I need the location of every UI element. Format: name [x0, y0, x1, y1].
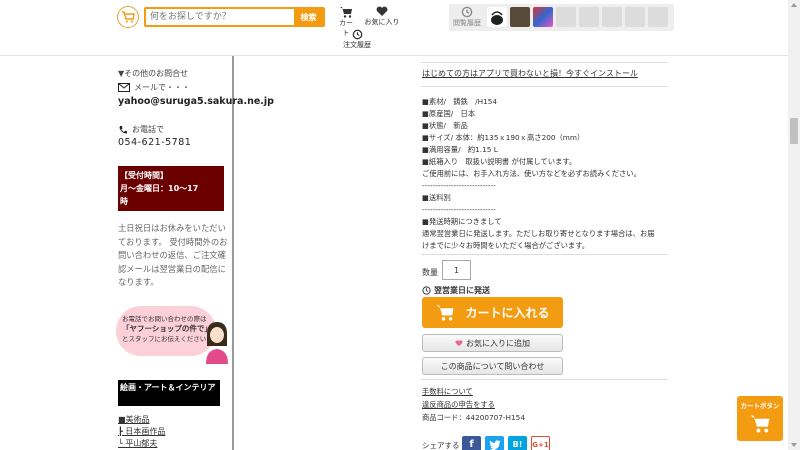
- category-link[interactable]: ┣ 日本画作品: [118, 426, 165, 437]
- cart-logo-icon: [122, 11, 135, 23]
- description-line: ----------------------------: [422, 181, 496, 190]
- report-link[interactable]: 違反商品の申告をする: [422, 400, 495, 410]
- add-to-cart-label: カートに入れる: [465, 306, 550, 320]
- scroll-down-icon[interactable]: [791, 443, 797, 447]
- heart-icon: [376, 6, 388, 17]
- category-link[interactable]: ■美術品: [118, 414, 150, 425]
- google-plus-icon[interactable]: G+1: [531, 436, 550, 450]
- history-thumb-empty: [648, 7, 668, 27]
- hatena-bookmark-icon[interactable]: B!: [508, 436, 527, 450]
- divider: [421, 86, 668, 87]
- holiday-notice: 土日祝日はお休みをいただいております。 受付時間外のお問い合わせの返信、ご注文確…: [118, 223, 228, 287]
- share-label: シェアする: [422, 441, 460, 450]
- category-heading: 絵画・アート＆インテリア: [118, 380, 220, 406]
- divider: [421, 254, 668, 255]
- business-hours-box: 【受付時間】 月～金曜日：10～17 時: [118, 166, 224, 211]
- shipping-note-text: 翌営業日に発送: [434, 286, 490, 295]
- email-label: メールで・・・: [134, 83, 190, 92]
- app-install-link[interactable]: はじめての方はアプリで買わないと損！今すぐインストール: [422, 68, 638, 79]
- scroll-thumb[interactable]: [790, 118, 798, 144]
- description-line: けまでに少々お時間をいただく場合がございます。: [422, 241, 590, 250]
- history-icon: [461, 6, 473, 18]
- divider: [421, 62, 668, 63]
- bubble-line2: 「ヤフーショップの件で」: [122, 324, 212, 333]
- product-code: 商品コード：44200707-H154: [422, 413, 525, 422]
- twitter-share-icon[interactable]: [485, 436, 504, 450]
- staff-illustration-icon: [206, 322, 228, 364]
- history-thumb-empty: [579, 7, 599, 27]
- description-line: ■サイズ/ 本体：約135ｘ190ｘ高さ200（mm）: [422, 133, 585, 142]
- history-thumb-empty: [625, 7, 645, 27]
- history-nav[interactable]: 閲覧履歴: [451, 6, 483, 28]
- phone-tip-bubble: お電話でお問い合わせの際は 「ヤフーショップの件で」 とスタッフにお伝えください: [116, 306, 216, 356]
- description-line: ご使用前には、お手入れ方法、使い方などを必ずお読みください。: [422, 169, 641, 178]
- favorites-label: お気に入り: [364, 18, 400, 26]
- category-link[interactable]: └ 平山郁夫: [118, 438, 157, 449]
- kettle-thumb-icon: [491, 11, 503, 25]
- phone-label: お電話で: [132, 125, 164, 134]
- sidebar: ▼その他のお問合せ メールで・・・ yahoo@suruga5.sakura.n…: [116, 56, 274, 450]
- bubble-line1: お電話でお問い合わせの際は: [122, 315, 207, 323]
- description-line: ■素材/ 鋳鉄 /H154: [422, 97, 498, 106]
- history-thumb-empty: [556, 7, 576, 27]
- product-inquiry-label: この商品について問い合わせ: [440, 361, 545, 371]
- scroll-up-icon[interactable]: [791, 3, 797, 7]
- add-to-favorites-label: お気に入りに追加: [466, 338, 530, 348]
- search-bar: 検索: [144, 7, 325, 27]
- cart-icon: [436, 305, 454, 321]
- description-line: 通常翌営業日に発送します。ただしお取り寄せとなります場合は、お届: [422, 229, 655, 238]
- floating-cart-label: カートボタン: [740, 402, 780, 410]
- description-line: ■原産国/ 日本: [422, 109, 476, 118]
- phone-number[interactable]: 054-621-5781: [118, 137, 191, 148]
- phone-row: お電話で: [118, 124, 164, 135]
- description-line: ----------------------------: [422, 205, 496, 214]
- heart-icon: [455, 339, 463, 346]
- browsing-history: 閲覧履歴: [449, 4, 674, 31]
- orders-label: 注文履歴: [343, 41, 371, 49]
- shop-logo[interactable]: [117, 6, 139, 28]
- clock-history-icon: [352, 29, 362, 40]
- page-scrollbar[interactable]: [788, 0, 800, 450]
- bubble-line3: とスタッフにお伝えください: [122, 335, 207, 343]
- search-button[interactable]: 検索: [294, 9, 323, 25]
- description-line: ■紙箱入り 取扱い説明書 が付属しています。: [422, 157, 577, 166]
- divider: [421, 379, 668, 380]
- mail-icon: [118, 83, 130, 92]
- add-to-cart-button[interactable]: カートに入れる: [422, 297, 563, 328]
- history-thumb-empty: [602, 7, 622, 27]
- hours-title: 【受付時間】: [120, 171, 168, 180]
- bird-icon: [488, 439, 501, 450]
- quantity-input[interactable]: 1: [442, 260, 471, 280]
- description-line: ■送料別: [422, 193, 451, 202]
- history-thumb[interactable]: [487, 7, 507, 27]
- description-line: ■満用容量/ 約1.15 L: [422, 145, 498, 154]
- shipping-note: 翌営業日に発送: [422, 285, 490, 296]
- hours-line1: 月～金曜日：10～17: [120, 184, 199, 193]
- product-inquiry-button[interactable]: この商品について問い合わせ: [422, 357, 563, 375]
- other-inquiries-heading: ▼その他のお問合せ: [118, 69, 189, 78]
- history-thumb[interactable]: [533, 7, 553, 27]
- description-line: ■発送時期につきまして: [422, 217, 502, 226]
- history-thumb[interactable]: [510, 7, 530, 27]
- search-input[interactable]: [146, 9, 294, 25]
- add-to-favorites-button[interactable]: お気に入りに追加: [422, 334, 563, 352]
- email-row: メールで・・・: [118, 82, 190, 93]
- favorites-nav[interactable]: お気に入り: [362, 6, 402, 27]
- description-line: ■状態/ 新品: [422, 121, 468, 130]
- cart-icon: [340, 7, 352, 18]
- floating-cart-button[interactable]: カートボタン: [737, 396, 783, 441]
- cart-icon: [750, 415, 770, 433]
- phone-icon: [119, 125, 127, 134]
- hours-line2: 時: [120, 197, 128, 206]
- site-header: 検索 カート お気に入り 注文履歴 閲覧履歴: [0, 0, 788, 56]
- quantity-label: 数量: [422, 268, 438, 277]
- orders-nav[interactable]: 注文履歴: [340, 29, 374, 50]
- fee-link[interactable]: 手数料について: [422, 387, 473, 397]
- email-address[interactable]: yahoo@suruga5.sakura.ne.jp: [118, 96, 274, 107]
- history-label: 閲覧履歴: [453, 19, 481, 27]
- facebook-share-icon[interactable]: f: [462, 436, 481, 450]
- clock-icon: [422, 286, 431, 295]
